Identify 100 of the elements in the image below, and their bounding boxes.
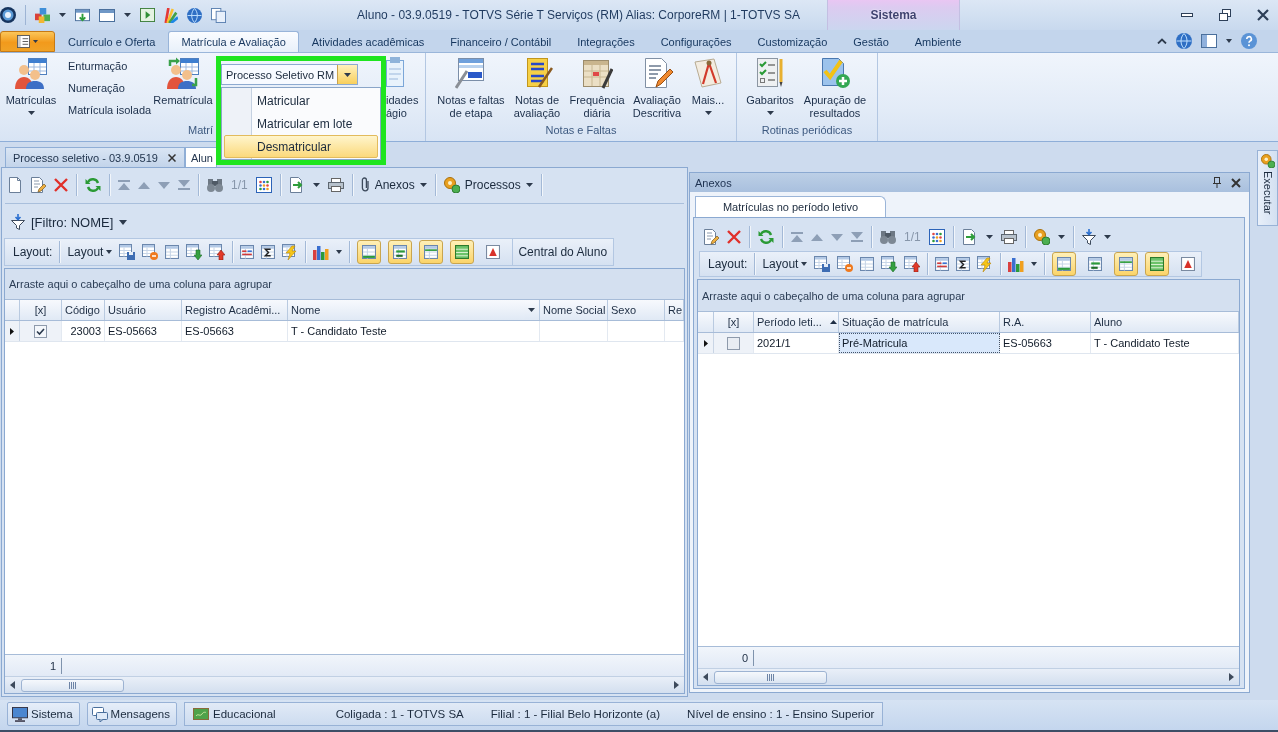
view-toggle-button[interactable] (1052, 252, 1077, 276)
refresh-icon[interactable] (85, 177, 101, 193)
scroll-right-icon[interactable] (1229, 673, 1234, 681)
minimize-icon[interactable] (1181, 13, 1193, 17)
combo-dropdown-button[interactable] (337, 65, 357, 84)
binoculars-icon[interactable] (207, 178, 223, 192)
column-header[interactable]: Re (665, 300, 684, 320)
application-menu-button[interactable] (0, 31, 55, 52)
caret-icon[interactable] (124, 13, 131, 17)
scrollbar-thumb[interactable] (21, 678, 124, 692)
view-toggle-button[interactable] (1145, 252, 1170, 276)
caret-icon[interactable] (985, 235, 993, 239)
caret-icon[interactable] (1226, 39, 1232, 43)
app-orb-icon[interactable] (0, 7, 16, 23)
restore-icon[interactable] (1219, 9, 1231, 21)
view-toggle-button[interactable] (357, 240, 382, 264)
export-icon[interactable] (288, 177, 305, 193)
column-header[interactable]: [x] (20, 300, 62, 320)
scrollbar-thumb[interactable] (714, 670, 827, 684)
sum-icon[interactable] (956, 257, 971, 271)
close-icon[interactable] (1231, 177, 1241, 188)
remove-layout-icon[interactable] (142, 244, 159, 260)
document-tab[interactable]: Alun (184, 147, 217, 167)
edit-document-icon[interactable] (30, 177, 46, 193)
close-icon[interactable] (167, 153, 176, 162)
grid-icon[interactable] (255, 177, 272, 193)
palette-icon[interactable] (164, 7, 178, 23)
ribbon-small-button[interactable]: Matrícula isolada (68, 99, 152, 121)
upload-icon[interactable] (904, 256, 921, 272)
grid-icon[interactable] (928, 229, 945, 245)
close-icon[interactable] (1257, 9, 1269, 21)
horizontal-scrollbar[interactable] (5, 676, 684, 693)
bar-chart-icon[interactable] (1008, 256, 1025, 272)
column-header[interactable]: Situação de matrícula (839, 312, 1000, 332)
ribbon-button[interactable]: Apuração de resultados (796, 55, 874, 121)
view-toggle-button[interactable] (388, 240, 413, 264)
status-button[interactable]: Sistema (7, 702, 80, 726)
edit-document-icon[interactable] (703, 229, 719, 245)
column-header[interactable]: Aluno (1091, 312, 1239, 332)
remove-layout-icon[interactable] (837, 256, 854, 272)
save-layout-icon[interactable] (119, 244, 136, 260)
import-icon[interactable] (881, 256, 898, 272)
printer-icon[interactable] (1000, 230, 1017, 244)
ribbon-button[interactable]: Notas de avaliação (507, 55, 567, 121)
processes-button[interactable]: Processos (443, 177, 533, 193)
column-header[interactable]: Período leti... (754, 312, 839, 332)
column-header[interactable]: Usuário (105, 300, 182, 320)
status-button[interactable]: Mensagens (86, 702, 177, 726)
column-header[interactable]: [x] (714, 312, 754, 332)
caret-icon[interactable] (312, 183, 320, 187)
ribbon-button[interactable]: Avaliação Descritiva (627, 55, 687, 121)
ribbon-tab[interactable]: Atividades acadêmicas (298, 31, 438, 52)
menu-item[interactable]: Matricular (224, 89, 378, 112)
delete-icon[interactable] (727, 230, 741, 244)
ribbon-button[interactable]: Mais... (687, 55, 729, 116)
column-header[interactable]: Nome Social (540, 300, 608, 320)
menu-item[interactable]: Desmatricular (224, 135, 378, 158)
document-tab[interactable]: Processo seletivo - 03.9.0519 (5, 147, 185, 167)
lightning-table-icon[interactable] (977, 256, 994, 272)
new-document-icon[interactable] (8, 177, 22, 193)
panel-layout-icon[interactable] (1201, 34, 1217, 48)
play-window-icon[interactable] (140, 8, 155, 22)
attachments-button[interactable]: Anexos (360, 177, 427, 193)
ribbon-small-button[interactable]: Enturmação (68, 55, 128, 77)
binoculars-icon[interactable] (880, 230, 896, 244)
gears-icon[interactable] (1033, 229, 1050, 245)
ribbon-button[interactable]: Gabaritos (744, 55, 796, 116)
ribbon-tab[interactable]: Currículo e Oferta (55, 31, 169, 52)
menu-item[interactable]: Matricular em lote (224, 112, 378, 135)
ribbon-tab[interactable]: Integrações (564, 31, 648, 52)
ribbon-tab[interactable]: Customização (744, 31, 841, 52)
window-icon[interactable] (99, 8, 115, 22)
view-toggle-button[interactable] (419, 240, 444, 264)
globe-icon[interactable] (187, 7, 202, 23)
caret-icon[interactable] (59, 13, 66, 17)
help-icon[interactable] (1241, 33, 1257, 49)
columns-icon[interactable] (935, 257, 950, 271)
scroll-right-icon[interactable] (674, 681, 679, 689)
bar-chart-icon[interactable] (313, 244, 330, 260)
caret-icon[interactable] (1057, 235, 1065, 239)
ribbon-tab[interactable]: Ambiente (901, 31, 975, 52)
table-icon[interactable] (860, 257, 875, 271)
delete-icon[interactable] (54, 178, 68, 192)
ribbon-button[interactable]: Frequência diária (567, 55, 627, 121)
side-tab[interactable]: Executar (1257, 150, 1278, 226)
refresh-icon[interactable] (758, 229, 774, 245)
view-toggle-button[interactable] (1114, 252, 1139, 276)
ribbon-tab[interactable]: Gestão (840, 31, 902, 52)
ribbon-tab[interactable]: Financeiro / Contábil (437, 31, 565, 52)
upload-icon[interactable] (209, 244, 226, 260)
cubes-icon[interactable] (35, 7, 50, 23)
ribbon-button[interactable]: Rematrícula (152, 55, 214, 108)
save-layout-icon[interactable] (814, 256, 831, 272)
ribbon-button[interactable]: Matrículas (2, 55, 60, 116)
copy-icon[interactable] (211, 7, 226, 23)
column-header[interactable]: R.A. (1000, 312, 1091, 332)
filter-icon[interactable] (1081, 229, 1096, 245)
student-center-button[interactable]: Central do Aluno (512, 239, 613, 265)
printer-icon[interactable] (327, 178, 344, 192)
caret-icon[interactable] (1103, 235, 1111, 239)
